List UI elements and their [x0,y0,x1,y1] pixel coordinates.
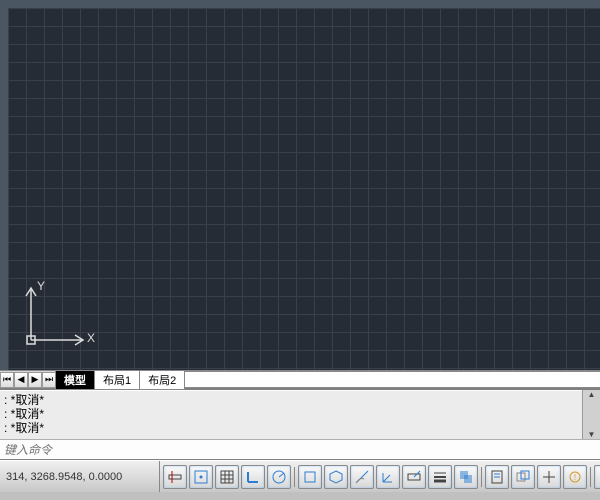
object-snap-tracking-button[interactable] [350,465,374,489]
3d-object-snap-button[interactable] [324,465,348,489]
command-window: : *取消* : *取消* : *取消* ▲ ▼ [0,388,600,460]
quick-properties-button[interactable] [485,465,509,489]
command-history[interactable]: : *取消* : *取消* : *取消* [0,390,582,439]
annotation-scale-button[interactable] [594,465,600,489]
layout-tabstrip: ⏮ ◀ ▶ ⏭ 模型 布局1 布局2 [0,370,600,388]
tab-nav-prev-button[interactable]: ◀ [14,372,28,388]
command-scrollbar[interactable]: ▲ ▼ [582,390,600,439]
grid-display-button[interactable] [215,465,239,489]
snap-mode-button[interactable] [189,465,213,489]
lineweight-button[interactable] [428,465,452,489]
scroll-up-icon[interactable]: ▲ [583,390,600,399]
tab-nav-last-button[interactable]: ⏭ [42,372,56,388]
osnap-group [295,461,481,492]
tab-model[interactable]: 模型 [55,370,95,390]
view-group: ! [482,461,590,492]
status-bar: 314, 3268.9548, 0.0000 [0,460,600,492]
polar-tracking-button[interactable] [267,465,291,489]
tab-layout2[interactable]: 布局2 [139,370,185,390]
object-snap-button[interactable] [298,465,322,489]
drawing-area[interactable]: X Y [0,0,600,370]
drafting-settings-group [160,461,294,492]
grid [8,8,600,370]
tab-nav-next-button[interactable]: ▶ [28,372,42,388]
selection-cycling-button[interactable] [511,465,535,489]
command-history-line: : *取消* [4,421,578,435]
transparency-button[interactable] [454,465,478,489]
coordinate-readout[interactable]: 314, 3268.9548, 0.0000 [0,461,160,492]
ortho-mode-button[interactable] [241,465,265,489]
dynamic-input-button[interactable] [402,465,426,489]
annotation-monitor-button[interactable]: ! [563,465,587,489]
scroll-down-icon[interactable]: ▼ [583,430,600,439]
annotation-scale-group [591,461,600,492]
model-space-button[interactable] [537,465,561,489]
svg-text:!: ! [574,473,576,482]
command-history-line: : *取消* [4,407,578,421]
dynamic-ucs-button[interactable] [376,465,400,489]
tab-nav-first-button[interactable]: ⏮ [0,372,14,388]
tab-layout1[interactable]: 布局1 [94,370,140,390]
tabstrip-filler [185,371,600,388]
command-history-line: : *取消* [4,393,578,407]
infer-constraints-button[interactable] [163,465,187,489]
command-input[interactable] [0,443,600,457]
